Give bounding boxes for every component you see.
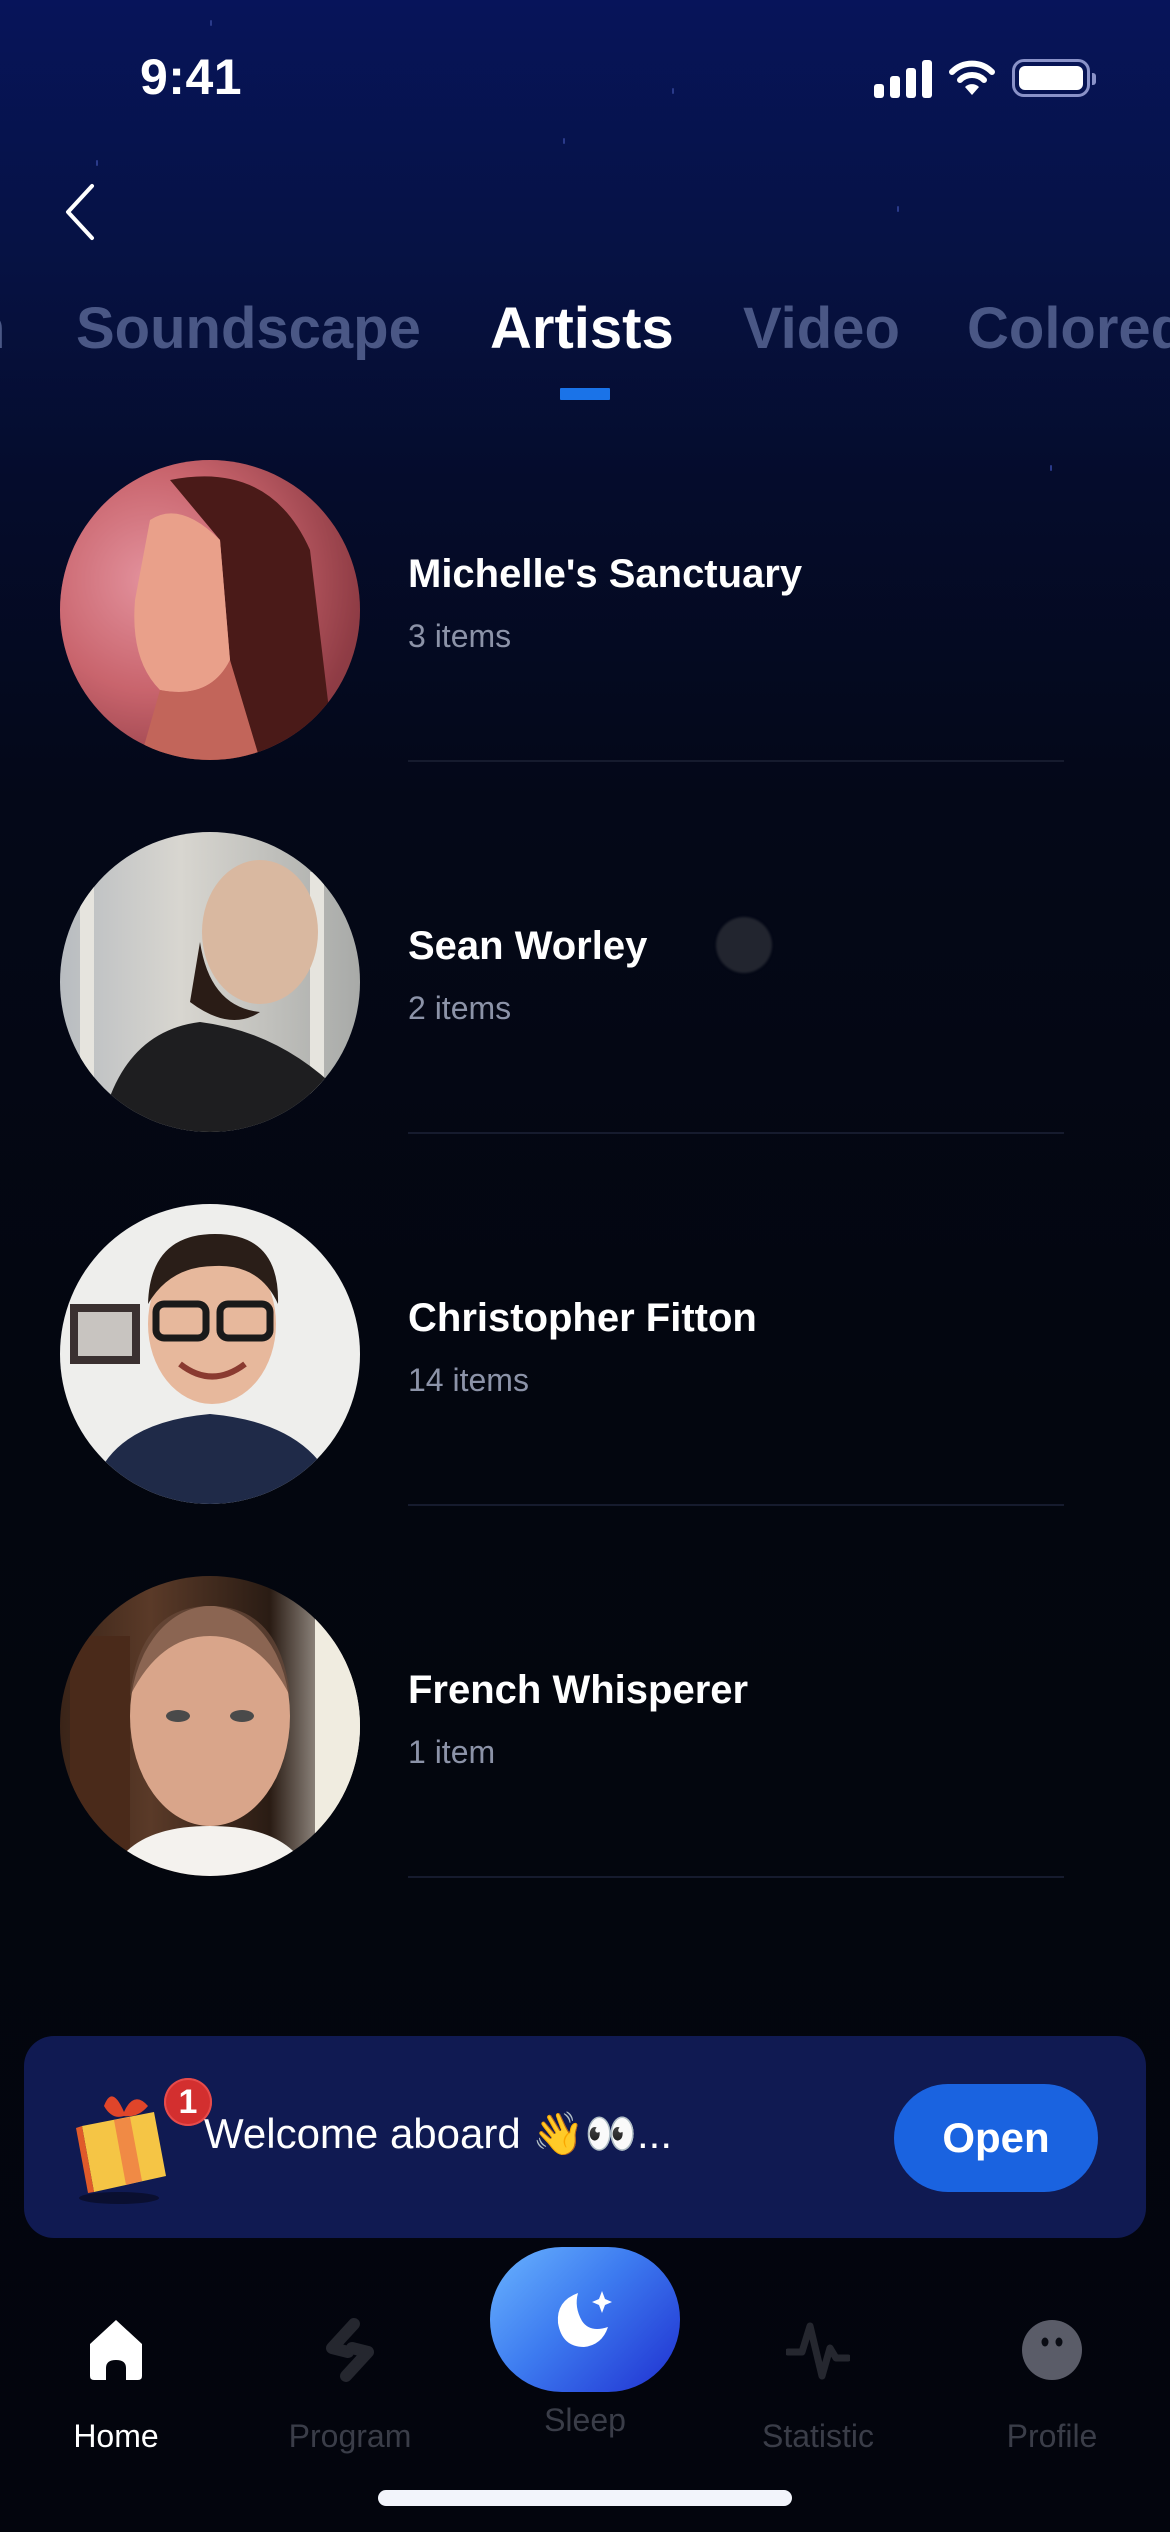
- nav-label: Profile: [1006, 2418, 1098, 2454]
- nav-program[interactable]: Program: [250, 2310, 450, 2460]
- artist-row-sean-worley[interactable]: Sean Worley 2 items: [0, 832, 1170, 1204]
- welcome-banner[interactable]: 1 Welcome aboard 👋👀... Open: [24, 2036, 1146, 2238]
- nav-sleep-label: Sleep: [544, 2402, 626, 2438]
- cellular-signal-icon: [874, 58, 932, 98]
- wifi-icon: [949, 60, 995, 95]
- chevron-left-icon: [66, 184, 94, 240]
- nav-sleep[interactable]: [490, 2247, 680, 2392]
- artist-row-french-whisperer[interactable]: French Whisperer 1 item: [0, 1576, 1170, 1948]
- status-bar: 9:41: [0, 0, 1170, 150]
- banner-message: Welcome aboard 👋👀...: [204, 2110, 672, 2157]
- tab-artists[interactable]: Artists: [490, 295, 674, 362]
- nav-profile[interactable]: Profile: [952, 2310, 1152, 2460]
- artist-name: Sean Worley: [408, 924, 648, 968]
- touch-indicator: [716, 917, 772, 973]
- artist-avatar: [60, 1204, 360, 1504]
- artist-name: Michelle's Sanctuary: [408, 552, 803, 596]
- pulse-icon: [786, 2322, 850, 2380]
- artist-item-count: 3 items: [408, 618, 512, 654]
- artist-avatar: [60, 1576, 360, 1876]
- row-divider: [408, 1132, 1064, 1134]
- star-decoration: [897, 206, 899, 212]
- tab-meditation[interactable]: n: [0, 295, 5, 362]
- open-button[interactable]: Open: [894, 2084, 1098, 2192]
- face-icon: [1022, 2320, 1082, 2380]
- home-icon: [90, 2320, 142, 2380]
- back-button[interactable]: [54, 180, 104, 244]
- artist-row-christopher-fitton[interactable]: Christopher Fitton 14 items: [0, 1204, 1170, 1576]
- artist-name: Christopher Fitton: [408, 1296, 757, 1340]
- nav-home[interactable]: Home: [16, 2310, 216, 2460]
- tab-video[interactable]: Video: [743, 295, 900, 362]
- nav-label: Home: [73, 2418, 159, 2454]
- nav-statistic[interactable]: Statistic: [718, 2310, 918, 2460]
- status-time: 9:41: [140, 49, 243, 105]
- artist-item-count: 2 items: [408, 990, 512, 1026]
- status-icons: [874, 58, 1096, 98]
- program-icon: [326, 2318, 374, 2382]
- artist-row-michelles-sanctuary[interactable]: Michelle's Sanctuary 3 items: [0, 460, 1170, 832]
- artist-item-count: 1 item: [408, 1734, 496, 1770]
- battery-icon: [1012, 59, 1096, 97]
- active-tab-indicator: [560, 388, 610, 400]
- star-decoration: [96, 160, 98, 166]
- row-divider: [408, 1876, 1064, 1878]
- artist-avatar: [60, 832, 360, 1132]
- artist-avatar: [60, 460, 360, 760]
- row-divider: [408, 760, 1064, 762]
- tab-colored[interactable]: Colored: [967, 295, 1170, 362]
- home-indicator[interactable]: [378, 2490, 792, 2506]
- tab-soundscape[interactable]: Soundscape: [76, 295, 421, 362]
- artist-name: French Whisperer: [408, 1668, 749, 1712]
- nav-label: Statistic: [761, 2418, 875, 2454]
- nav-label: Program: [288, 2418, 412, 2454]
- artist-item-count: 14 items: [408, 1362, 529, 1398]
- moon-star-icon: [557, 2290, 612, 2347]
- row-divider: [408, 1504, 1064, 1506]
